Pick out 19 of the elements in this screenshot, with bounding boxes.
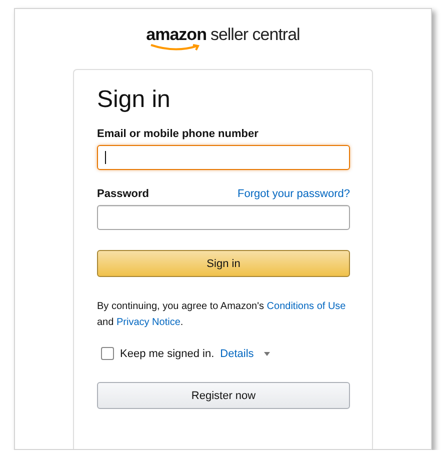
page-title: Sign in [97,86,172,114]
logo-product: seller central [210,25,300,45]
register-button[interactable]: Register now [97,382,350,409]
password-field[interactable] [97,205,350,230]
smile-icon [150,44,202,52]
email-field[interactable] [97,145,350,170]
consent-text: By continuing, you agree to Amazon's Conditions of Use and Privacy Notice. [97,300,347,330]
caret-icon[interactable] [264,352,270,356]
sign-in-button[interactable]: Sign in [97,250,350,277]
field-label: Email or mobile phone number [97,128,258,140]
text-cursor-icon [105,151,106,164]
logo-brand: amazon [146,25,206,45]
details-link[interactable]: Details [220,348,254,360]
forgot-password-link[interactable]: Forgot your password? [238,188,350,200]
keep-signed-in-checkbox[interactable] [101,347,114,360]
conditions-link[interactable]: Conditions of Use [266,301,346,312]
keep-signed-in-label: Keep me signed in. [120,348,214,360]
privacy-link[interactable]: Privacy Notice [116,317,180,328]
field-label: Password [97,188,149,200]
